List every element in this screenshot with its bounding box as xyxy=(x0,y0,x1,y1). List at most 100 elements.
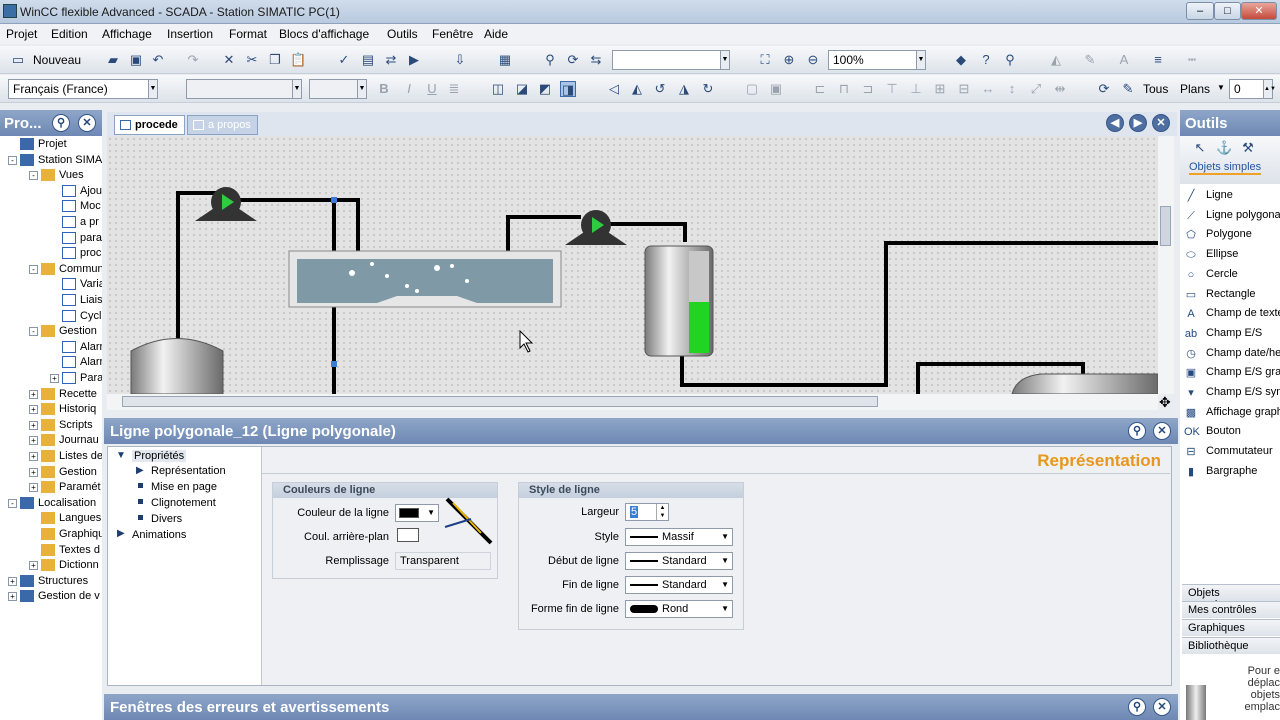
tab-objets-simples[interactable]: Objets simples xyxy=(1189,161,1262,175)
open-icon[interactable]: ▰ xyxy=(105,52,121,68)
expand-icon[interactable]: + xyxy=(8,576,17,586)
ungroup-icon[interactable]: ▣ xyxy=(768,81,784,97)
close-window-button[interactable]: ✕ xyxy=(1241,2,1277,20)
menu-edition[interactable]: Edition xyxy=(51,27,88,41)
spacing-icon[interactable]: ⇹ xyxy=(1052,81,1068,97)
cut-icon[interactable]: ✂ xyxy=(244,52,260,68)
line-style-icon[interactable]: ┅ xyxy=(1184,52,1200,68)
width-spinner[interactable]: 5 ▲ ▼ xyxy=(625,503,669,521)
expand-icon[interactable]: + xyxy=(29,436,38,446)
collapse-icon[interactable]: ▼ xyxy=(116,450,126,461)
pin-icon[interactable]: ⚲ xyxy=(1128,698,1146,716)
move-icon[interactable]: ✥ xyxy=(1159,394,1171,411)
zoom-out-icon[interactable]: ⊖ xyxy=(805,52,821,68)
align-middle-icon[interactable]: ⊥ xyxy=(908,81,924,97)
download-icon[interactable]: ⇩ xyxy=(452,52,468,68)
nav-mise-en-page[interactable]: Mise en page xyxy=(151,481,217,493)
nav-divers[interactable]: Divers xyxy=(151,513,182,525)
close-panel-icon[interactable]: ✕ xyxy=(78,114,96,132)
new-button-label[interactable]: Nouveau xyxy=(33,53,81,67)
wrench-icon[interactable]: ⚒ xyxy=(1240,140,1256,156)
fill-color-icon[interactable]: ◭ xyxy=(1048,52,1064,68)
line-color-picker[interactable]: ▼ xyxy=(395,504,439,522)
layer-visibility-icon[interactable]: ⟳ xyxy=(1096,81,1112,97)
line-end-select[interactable]: Standard ▼ xyxy=(625,576,733,594)
distribute-icon[interactable]: ⊟ xyxy=(956,81,972,97)
layers-icon[interactable]: ▦ xyxy=(497,52,513,68)
screen-canvas[interactable] xyxy=(107,136,1158,394)
check-icon[interactable]: ✓ xyxy=(336,52,352,68)
menu-aide[interactable]: Aide xyxy=(484,27,508,41)
rotate-left-icon[interactable]: ◁ xyxy=(606,81,622,97)
expand-icon[interactable]: + xyxy=(29,452,38,461)
zoom-area-icon[interactable]: ⛶ xyxy=(757,52,773,68)
plans-spinner[interactable]: 0 ▲▼ xyxy=(1229,79,1276,99)
nav-clignotement[interactable]: Clignotement xyxy=(151,497,216,509)
collapse-icon[interactable]: - xyxy=(8,498,17,508)
tab-procede[interactable]: procede xyxy=(114,115,185,135)
plans-label[interactable]: Plans xyxy=(1180,82,1210,96)
collapse-icon[interactable]: - xyxy=(29,327,38,337)
font-size-combo[interactable]: ▼ xyxy=(309,79,367,99)
forward-icon[interactable]: ◩ xyxy=(537,81,553,97)
line-cap-select[interactable]: Rond ▼ xyxy=(625,600,733,618)
language-combo[interactable]: Français (France) ▼ xyxy=(8,79,158,99)
style-select[interactable]: Massif ▼ xyxy=(625,528,733,546)
align-left-icon[interactable]: ⊏ xyxy=(812,81,828,97)
expand-icon[interactable]: + xyxy=(29,405,38,415)
horizontal-scrollbar[interactable] xyxy=(107,394,1158,410)
maximize-button[interactable]: □ xyxy=(1214,2,1241,20)
italic-icon[interactable]: I xyxy=(401,81,417,97)
pointer-icon[interactable]: ↖ xyxy=(1192,140,1208,156)
simulate-icon[interactable]: ▶ xyxy=(406,52,422,68)
transfer-icon[interactable]: ⇄ xyxy=(383,52,399,68)
anchor-icon[interactable]: ⚓ xyxy=(1216,140,1232,156)
refresh-icon[interactable]: ⟳ xyxy=(565,52,581,68)
expand-icon[interactable]: + xyxy=(29,483,38,493)
rotate-icon[interactable]: ↺ xyxy=(652,81,668,97)
align-top-icon[interactable]: ⊤ xyxy=(884,81,900,97)
expand-icon[interactable]: + xyxy=(29,389,38,399)
pin-icon[interactable]: ⚲ xyxy=(52,114,70,132)
tab-prev-icon[interactable]: ◀ xyxy=(1106,114,1124,132)
nav-representation[interactable]: Représentation xyxy=(151,465,226,477)
nav-proprietes[interactable]: Propriétés xyxy=(132,450,187,462)
menu-blocs-affichage[interactable]: Blocs d'affichage xyxy=(279,27,369,41)
process-diagram[interactable] xyxy=(107,136,1158,394)
find-icon[interactable]: ⚲ xyxy=(542,52,558,68)
vertical-scroll-thumb[interactable] xyxy=(1160,206,1171,246)
tab-a-propos[interactable]: a propos xyxy=(187,115,258,135)
copy-icon[interactable]: ❐ xyxy=(267,52,283,68)
align-bottom-icon[interactable]: ⊞ xyxy=(932,81,948,97)
expand-icon[interactable]: + xyxy=(50,374,59,383)
nav-animations[interactable]: Animations xyxy=(132,529,186,541)
vertical-scrollbar[interactable] xyxy=(1158,136,1174,394)
new-icon[interactable]: ▭ xyxy=(10,52,26,68)
help-icon[interactable]: ? xyxy=(978,52,994,68)
horizontal-scroll-thumb[interactable] xyxy=(122,396,878,407)
minimize-button[interactable]: – xyxy=(1186,2,1214,20)
align-right-icon[interactable]: ⊐ xyxy=(860,81,876,97)
close-tab-icon[interactable]: ✕ xyxy=(1152,114,1170,132)
bold-icon[interactable]: B xyxy=(376,81,392,97)
underline-icon[interactable]: U xyxy=(424,81,440,97)
menu-format[interactable]: Format xyxy=(229,27,267,41)
font-combo[interactable]: ▼ xyxy=(186,79,302,99)
line-color-icon[interactable]: ✎ xyxy=(1082,52,1098,68)
bg-color-swatch[interactable] xyxy=(397,528,419,542)
flip-horizontal-icon[interactable]: ◭ xyxy=(629,81,645,97)
delete-icon[interactable]: ✕ xyxy=(221,52,237,68)
close-panel-icon[interactable]: ✕ xyxy=(1153,422,1171,440)
align-center-icon[interactable]: ⊓ xyxy=(836,81,852,97)
collapse-icon[interactable]: - xyxy=(29,264,38,274)
compile-icon[interactable]: ▤ xyxy=(360,52,376,68)
tab-next-icon[interactable]: ▶ xyxy=(1129,114,1147,132)
expand-icon[interactable]: + xyxy=(8,592,17,602)
font-color-icon[interactable]: A xyxy=(1116,52,1132,68)
expand-icon[interactable]: + xyxy=(29,467,38,477)
same-size-icon[interactable]: ⤢ xyxy=(1028,81,1044,97)
category-graphiques[interactable]: Graphiques xyxy=(1182,619,1280,636)
close-panel-icon[interactable]: ✕ xyxy=(1153,698,1171,716)
zoom-combo[interactable]: 100% ▼ xyxy=(828,50,926,70)
send-back-icon[interactable]: ◪ xyxy=(514,81,530,97)
